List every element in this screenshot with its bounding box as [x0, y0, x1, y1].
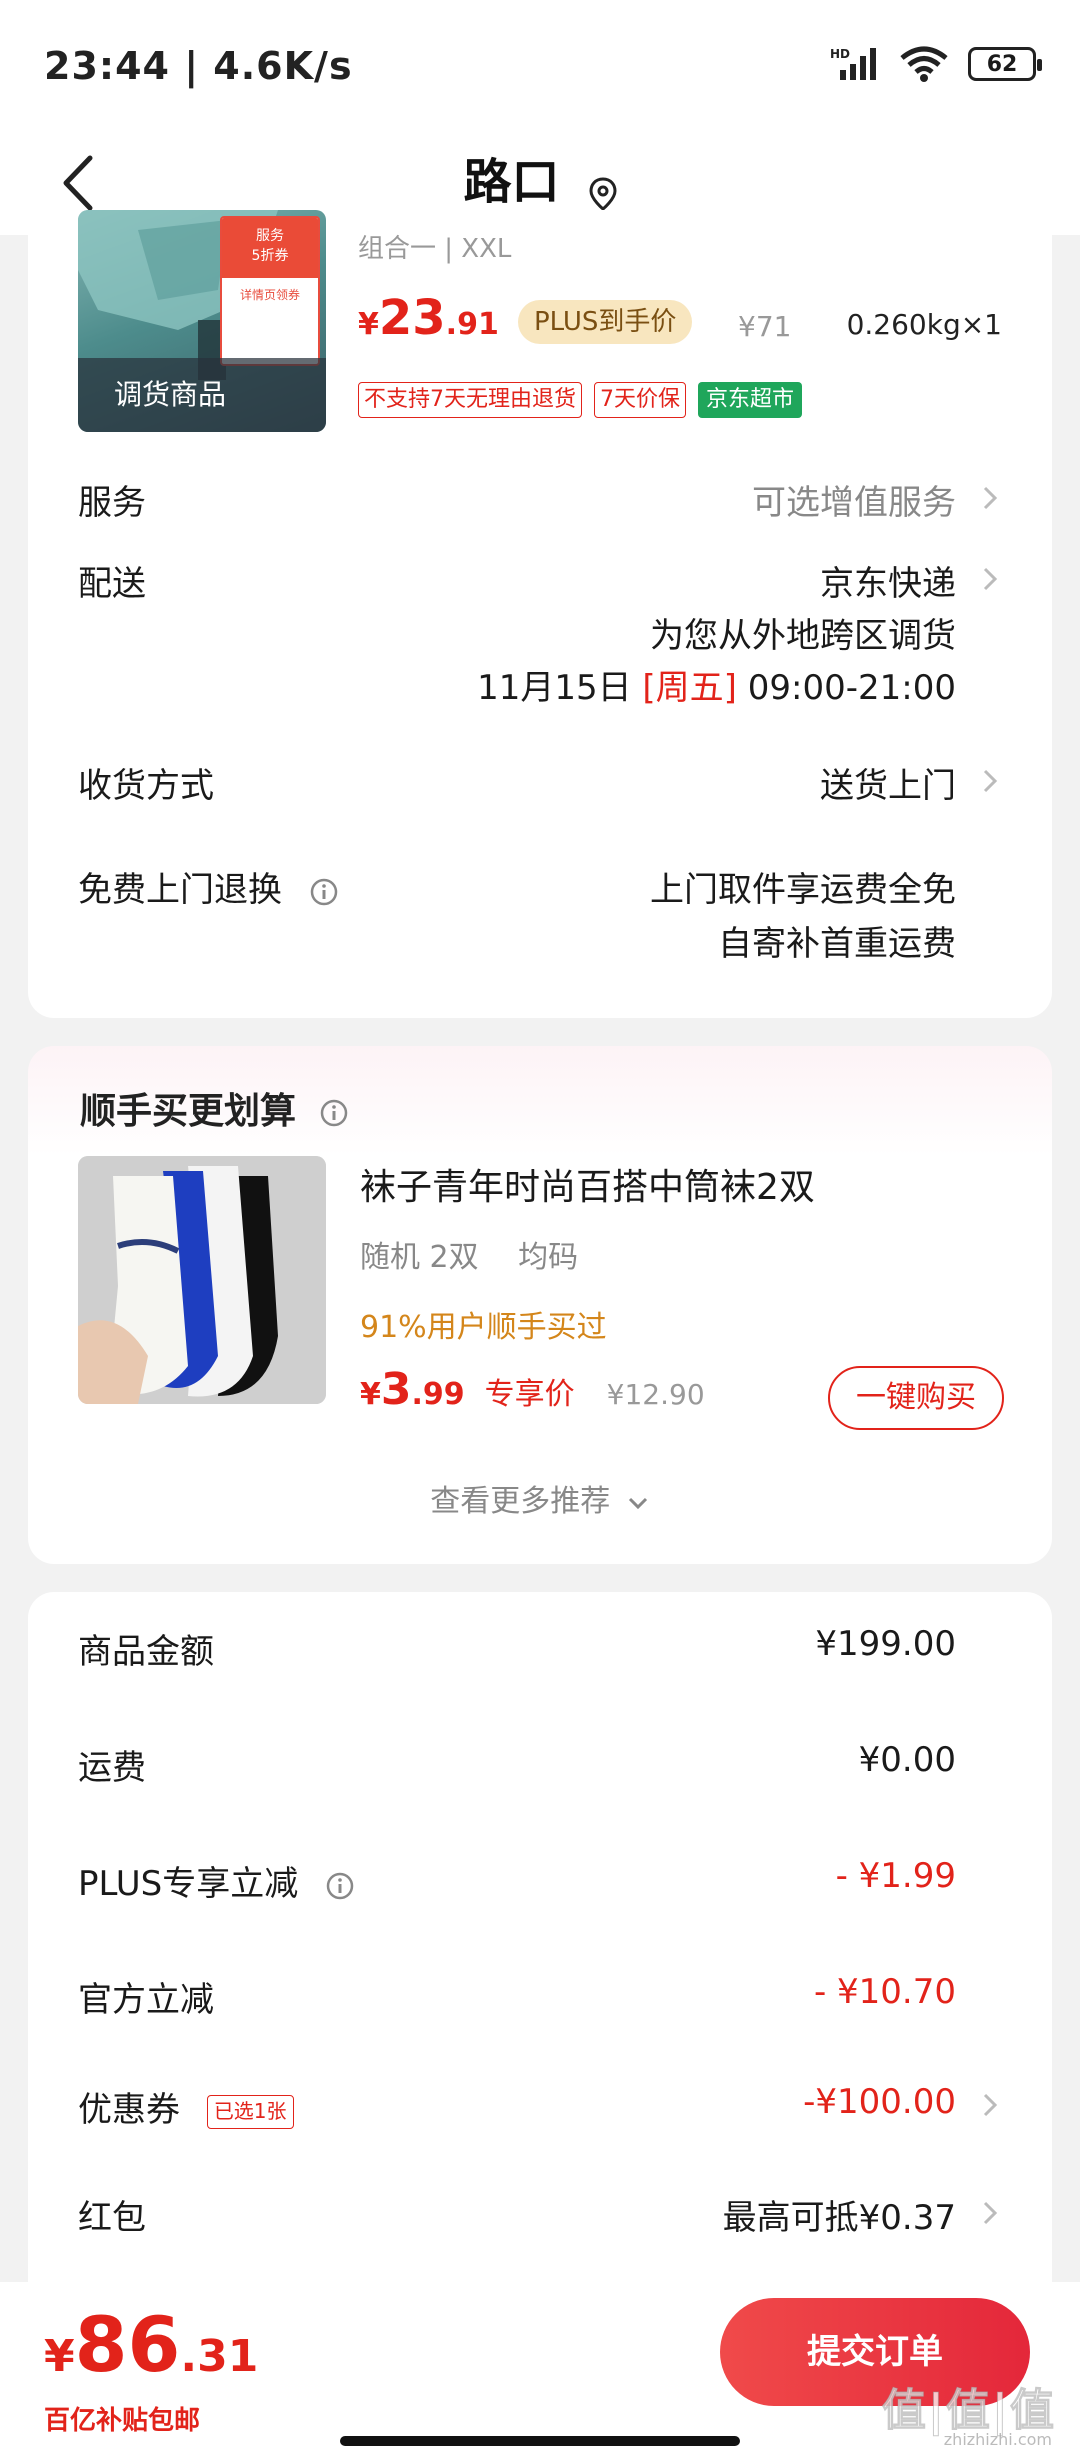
total-symbol: ¥ — [44, 2331, 75, 2382]
chevron-right-icon[interactable] — [980, 2089, 1000, 2121]
sock-price-symbol: ¥ — [360, 1377, 381, 1412]
free-return-label: 免费上门退换 — [78, 870, 282, 910]
coupon-label: 优惠券 — [78, 2090, 180, 2130]
receive-label: 收货方式 — [78, 766, 214, 806]
delivery-window: 09:00-21:00 — [747, 668, 956, 708]
price-summary-card: 商品金额 ¥199.00 运费 ¥0.00 PLUS专享立减 - ¥1.99 官… — [28, 1592, 1052, 2292]
promo-sub: 详情页领券 — [239, 288, 300, 302]
sock-spec-qty: 随机 2双 — [360, 1240, 479, 1275]
product-image-label: 调货商品 — [78, 358, 326, 432]
recommend-title-row: 顺手买更划算 — [80, 1082, 349, 1134]
goods-amount-value: ¥199.00 — [815, 1624, 956, 1664]
weight-quantity: 0.260kg×1 — [846, 308, 1002, 341]
shipping-label: 运费 — [78, 1748, 146, 1788]
sock-title[interactable]: 袜子青年时尚百搭中筒袜2双 — [360, 1158, 815, 1210]
delivery-weekday: [周五] — [642, 668, 737, 708]
product-tags: 不支持7天无理由退货 7天价保 京东超市 — [358, 382, 803, 418]
info-icon[interactable] — [319, 1098, 349, 1128]
promo-badge: 服务 5折券 详情页领券 — [220, 216, 320, 366]
sock-bought-rate: 91%用户顺手买过 — [360, 1310, 607, 1345]
coupon-value[interactable]: -¥100.00 — [803, 2082, 956, 2122]
signal-icon: HD — [830, 47, 876, 80]
wifi-icon — [900, 46, 948, 82]
status-icons: HD 62 — [830, 44, 1042, 84]
sock-spec-size: 均码 — [518, 1240, 579, 1275]
info-icon[interactable] — [325, 1871, 355, 1901]
free-return-line2: 自寄补首重运费 — [718, 924, 956, 964]
svg-text:HD: HD — [830, 47, 850, 61]
plus-discount-label: PLUS专享立减 — [78, 1864, 299, 1904]
service-label: 服务 — [78, 483, 146, 523]
tag-no-return: 不支持7天无理由退货 — [358, 382, 582, 418]
order-item-card: 服务 5折券 详情页领券 调货商品 组合一 | XXL ¥ 23 .91 PLU… — [28, 210, 1052, 1018]
service-value[interactable]: 可选增值服务 — [752, 475, 956, 524]
price-decimal: .91 — [445, 307, 499, 342]
home-indicator[interactable] — [340, 2436, 740, 2446]
delivery-transfer-note: 为您从外地跨区调货 — [650, 616, 956, 656]
coupon-selected-tag: 已选1张 — [206, 2094, 294, 2129]
goods-amount-label: 商品金额 — [78, 1632, 214, 1672]
sock-photo — [78, 1156, 326, 1404]
product-image[interactable]: 服务 5折券 详情页领券 调货商品 — [78, 210, 326, 432]
page-title: 路口 — [463, 154, 560, 210]
redpack-label: 红包 — [78, 2198, 146, 2238]
chevron-down-icon — [628, 1497, 647, 1509]
free-return-line1: 上门取件享运费全免 — [650, 870, 956, 910]
official-discount-label: 官方立减 — [78, 1980, 214, 2020]
info-icon[interactable] — [309, 877, 339, 907]
shipping-value: ¥0.00 — [858, 1740, 956, 1780]
battery-icon: 62 — [968, 47, 1042, 81]
delivery-time[interactable]: 11月15日 [周五] 09:00-21:00 — [477, 660, 956, 709]
official-discount-value: - ¥10.70 — [813, 1972, 956, 2012]
total-integer: 86 — [74, 2300, 181, 2389]
plus-price-tag: PLUS到手价 — [518, 300, 693, 344]
price-integer: 23 — [378, 290, 446, 346]
watermark-url: zhizhizhi.com — [943, 2430, 1052, 2449]
chevron-right-icon[interactable] — [980, 563, 1000, 595]
original-price: ¥71 — [738, 310, 792, 343]
free-return-row: 免费上门退换 — [78, 862, 339, 911]
see-more-label: 查看更多推荐 — [430, 1484, 611, 1519]
tag-jd-supermarket: 京东超市 — [698, 382, 803, 418]
plus-discount-value: - ¥1.99 — [835, 1856, 956, 1896]
redpack-value[interactable]: 最高可抵¥0.37 — [723, 2190, 956, 2239]
delivery-date: 11月15日 — [477, 668, 632, 708]
receive-value[interactable]: 送货上门 — [820, 758, 956, 807]
sock-price-row: ¥ 3 .99 专享价 ¥12.90 — [360, 1364, 705, 1415]
one-click-buy-button[interactable]: 一键购买 — [828, 1366, 1004, 1430]
sock-spec: 随机 2双 均码 — [360, 1232, 608, 1276]
plus-discount-row: PLUS专享立减 — [78, 1856, 355, 1905]
product-price: ¥ 23 .91 — [358, 290, 499, 346]
delivery-value[interactable]: 京东快递 — [820, 556, 956, 605]
nav-title-wrap: 路口 — [0, 142, 1080, 212]
location-pin-icon[interactable] — [589, 176, 617, 211]
sock-exclusive-label: 专享价 — [484, 1377, 575, 1412]
recommend-title: 顺手买更划算 — [80, 1091, 297, 1132]
coupon-row: 优惠券 已选1张 — [78, 2082, 294, 2131]
sock-original-price: ¥12.90 — [606, 1378, 705, 1411]
promo-head: 服务 5折券 — [222, 218, 318, 278]
sock-price-decimal: .99 — [411, 1377, 465, 1412]
watermark: 值|值|值 — [881, 2385, 1056, 2437]
tag-price-protect: 7天价保 — [594, 382, 686, 418]
total-price: ¥ 86 .31 — [44, 2300, 258, 2389]
status-time: 23:44 | 4.6K/s — [44, 44, 353, 88]
total-decimal: .31 — [180, 2331, 259, 2382]
product-variant[interactable]: 组合一 | XXL — [358, 228, 511, 265]
sock-product-image[interactable] — [78, 1156, 326, 1404]
subsidy-label: 百亿补贴包邮 — [44, 2406, 201, 2436]
recommendation-card: 顺手买更划算 袜子青年时尚百搭中筒袜2双 随机 2双 均码 91%用户顺手买过 … — [28, 1046, 1052, 1564]
delivery-label: 配送 — [78, 564, 146, 604]
chevron-right-icon[interactable] — [980, 765, 1000, 797]
chevron-right-icon[interactable] — [980, 2197, 1000, 2229]
status-bar: 23:44 | 4.6K/s HD 62 — [0, 0, 1080, 130]
price-symbol: ¥ — [358, 307, 379, 342]
see-more-recommendations[interactable]: 查看更多推荐 — [28, 1476, 1052, 1520]
chevron-right-icon[interactable] — [980, 482, 1000, 514]
sock-price-integer: 3 — [380, 1364, 412, 1415]
